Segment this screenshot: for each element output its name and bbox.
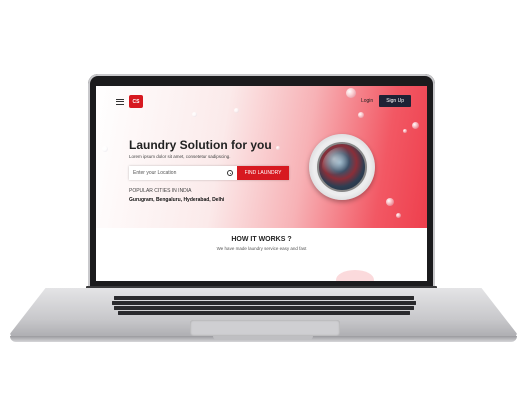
signup-button[interactable]: Sign Up — [379, 95, 411, 107]
bubble-decoration — [386, 198, 394, 206]
bubble-decoration — [102, 146, 108, 152]
location-search: Enter your Location FIND LAUNDRY — [129, 166, 289, 180]
bubble-decoration — [234, 108, 239, 113]
key-strip — [118, 311, 410, 315]
bubble-decoration — [192, 112, 197, 117]
hamburger-icon[interactable] — [116, 98, 124, 105]
bubble-decoration — [346, 88, 356, 98]
washer-glass — [322, 147, 362, 187]
keyboard-row — [95, 296, 433, 300]
popular-cities-label: POPULAR CITIES IN INDIA — [129, 188, 192, 194]
washing-machine-image — [309, 134, 375, 200]
laptop-mockup: CS Login Sign Up Laundry Solution for yo… — [0, 0, 527, 401]
key-strip — [112, 301, 416, 305]
brand-logo[interactable]: CS — [129, 95, 143, 108]
how-it-works-title: HOW IT WORKS ? — [231, 236, 292, 243]
key-strip — [114, 306, 414, 310]
keyboard-row — [95, 311, 433, 315]
bubble-decoration — [276, 146, 280, 150]
bubble-decoration — [412, 122, 419, 129]
keyboard — [95, 296, 433, 318]
trackpad — [190, 320, 340, 336]
bubble-decoration — [396, 213, 401, 218]
how-it-works-subtitle: We have made laundry service easy and fa… — [216, 246, 307, 251]
bubble-decoration — [358, 112, 364, 118]
laptop-notch — [213, 336, 313, 340]
find-laundry-button[interactable]: FIND LAUNDRY — [237, 166, 289, 180]
location-target-icon[interactable] — [227, 170, 233, 176]
key-strip — [114, 296, 414, 300]
hero-section: CS Login Sign Up Laundry Solution for yo… — [96, 86, 427, 228]
hero-title: Laundry Solution for you — [129, 138, 272, 152]
keyboard-row — [95, 306, 433, 310]
login-link[interactable]: Login — [361, 98, 373, 104]
keyboard-row — [95, 301, 433, 305]
bubble-decoration — [403, 129, 407, 133]
location-input-placeholder: Enter your Location — [133, 170, 177, 176]
popular-cities-list: Gurugram, Bengaluru, Hyderabad, Delhi — [129, 197, 225, 203]
laptop-screen: CS Login Sign Up Laundry Solution for yo… — [96, 86, 427, 281]
how-it-works-section: HOW IT WORKS ? We have made laundry serv… — [96, 236, 427, 251]
location-input[interactable]: Enter your Location — [129, 166, 237, 180]
navbar-left: CS — [116, 95, 143, 108]
navbar-right: Login Sign Up — [361, 95, 411, 107]
section-decoration — [336, 270, 374, 281]
hero-subtitle: Lorem ipsum dolor sit amet, consetetur s… — [129, 154, 231, 159]
